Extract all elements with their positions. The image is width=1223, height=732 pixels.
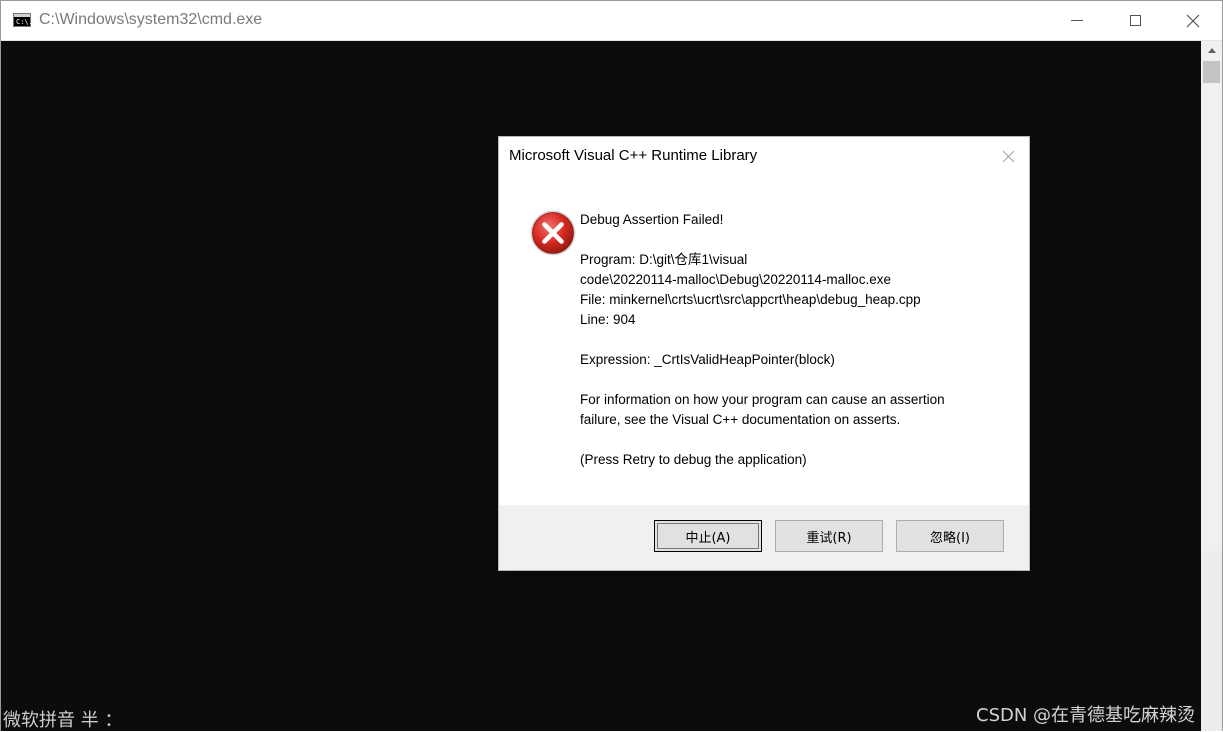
scroll-track[interactable] xyxy=(1201,551,1222,731)
message-line-number: Line: 904 xyxy=(580,312,636,327)
dialog-button-bar: 中止(A) 重试(R) 忽略(I) xyxy=(499,505,1029,570)
minimize-button[interactable] xyxy=(1048,1,1106,40)
maximize-icon xyxy=(1129,15,1141,26)
window-title: C:\Windows\system32\cmd.exe xyxy=(39,11,263,28)
ignore-button[interactable]: 忽略(I) xyxy=(896,520,1004,552)
close-button[interactable] xyxy=(1164,1,1222,40)
title-bar[interactable]: C:\. C:\Windows\system32\cmd.exe xyxy=(1,1,1222,41)
dialog-title: Microsoft Visual C++ Runtime Library xyxy=(509,147,758,164)
message-program-line1: Program: D:\git\仓库1\visual xyxy=(580,252,748,267)
vertical-scrollbar[interactable] xyxy=(1201,41,1222,731)
dialog-message: Debug Assertion Failed! Program: D:\git\… xyxy=(580,210,1010,470)
scroll-up-arrow-icon[interactable] xyxy=(1201,41,1222,59)
message-info-line2: failure, see the Visual C++ documentatio… xyxy=(580,412,901,427)
message-info-line1: For information on how your program can … xyxy=(580,392,945,407)
dialog-close-button[interactable] xyxy=(993,143,1023,169)
watermark: CSDN @在青德基吃麻辣烫 xyxy=(976,705,1196,726)
close-icon xyxy=(1186,14,1200,27)
minimize-icon xyxy=(1071,20,1083,21)
assertion-dialog: Microsoft Visual C++ Runtime Library Deb… xyxy=(499,137,1029,570)
message-file: File: minkernel\crts\ucrt\src\appcrt\hea… xyxy=(580,292,921,307)
error-icon xyxy=(530,210,576,256)
abort-button[interactable]: 中止(A) xyxy=(654,520,762,552)
message-heading: Debug Assertion Failed! xyxy=(580,212,724,227)
ime-status: 微软拼音 半 ： xyxy=(3,710,123,731)
scroll-thumb[interactable] xyxy=(1203,61,1220,83)
message-press-retry: (Press Retry to debug the application) xyxy=(580,452,807,467)
retry-button[interactable]: 重试(R) xyxy=(775,520,883,552)
cmd-icon-text: C:\. xyxy=(16,18,33,26)
cmd-icon: C:\. xyxy=(13,13,33,27)
close-icon xyxy=(1002,150,1014,162)
message-expression: Expression: _CrtIsValidHeapPointer(block… xyxy=(580,352,835,367)
message-program-line2: code\20220114-malloc\Debug\20220114-mall… xyxy=(580,272,891,287)
maximize-button[interactable] xyxy=(1106,1,1164,40)
